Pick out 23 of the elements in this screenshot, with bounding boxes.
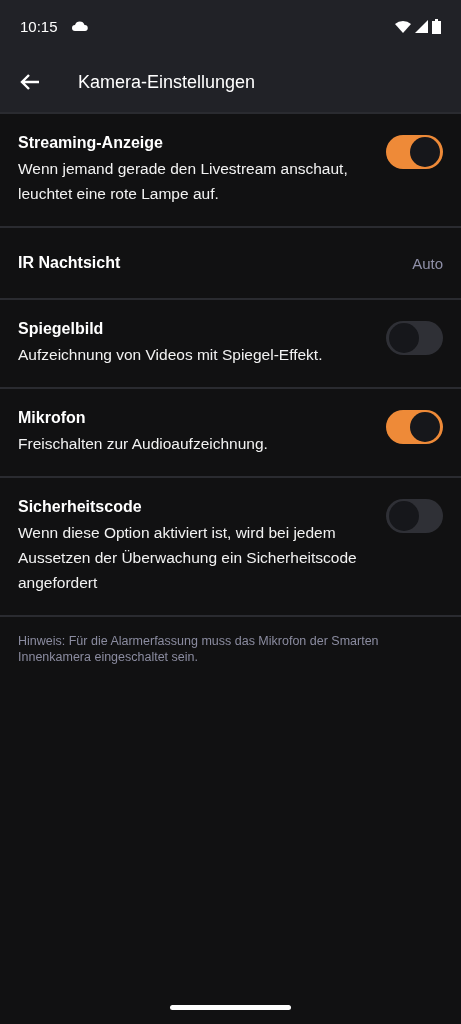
battery-icon <box>432 18 441 34</box>
toggle-switch[interactable] <box>386 410 443 444</box>
setting-title: Streaming-Anzeige <box>18 134 164 152</box>
setting-value: Auto <box>412 254 443 272</box>
setting-description: Aufzeichnung von Videos mit Spiegel-Effekt. <box>18 345 324 365</box>
wifi-icon <box>395 19 411 33</box>
screen-title: Kamera-Einstellungen <box>78 71 256 93</box>
setting-description: Freischalten zur Audioaufzeichnung. <box>18 434 269 454</box>
setting-title: Spiegelbild <box>18 320 105 338</box>
setting-description: Wenn diese Option aktiviert ist, wird bei jedem Aussetzen der Überwachung ein Sicherheitscode angefordert <box>18 523 358 593</box>
toggle-switch[interactable] <box>386 321 443 355</box>
setting-title: Sicherheitscode <box>18 498 143 516</box>
cloud-icon <box>71 21 88 31</box>
signal-icon <box>415 19 428 33</box>
setting-title: Mikrofon <box>18 409 87 427</box>
back-arrow-icon <box>20 73 40 91</box>
hint-text: Hinweis: Für die Alarmerfassung muss das Mikrofon der Smarten Innenkamera eingeschaltet sein. <box>17 633 380 666</box>
back-button[interactable] <box>20 73 40 91</box>
status-time: 10:15 <box>20 17 58 35</box>
toggle-switch[interactable] <box>386 135 443 169</box>
setting-title[interactable]: IR Nachtsicht <box>18 254 409 272</box>
setting-description: Wenn jemand gerade den Livestream anschaut, leuchtet eine rote Lampe auf. <box>18 159 349 204</box>
toggle-switch[interactable] <box>386 499 443 533</box>
